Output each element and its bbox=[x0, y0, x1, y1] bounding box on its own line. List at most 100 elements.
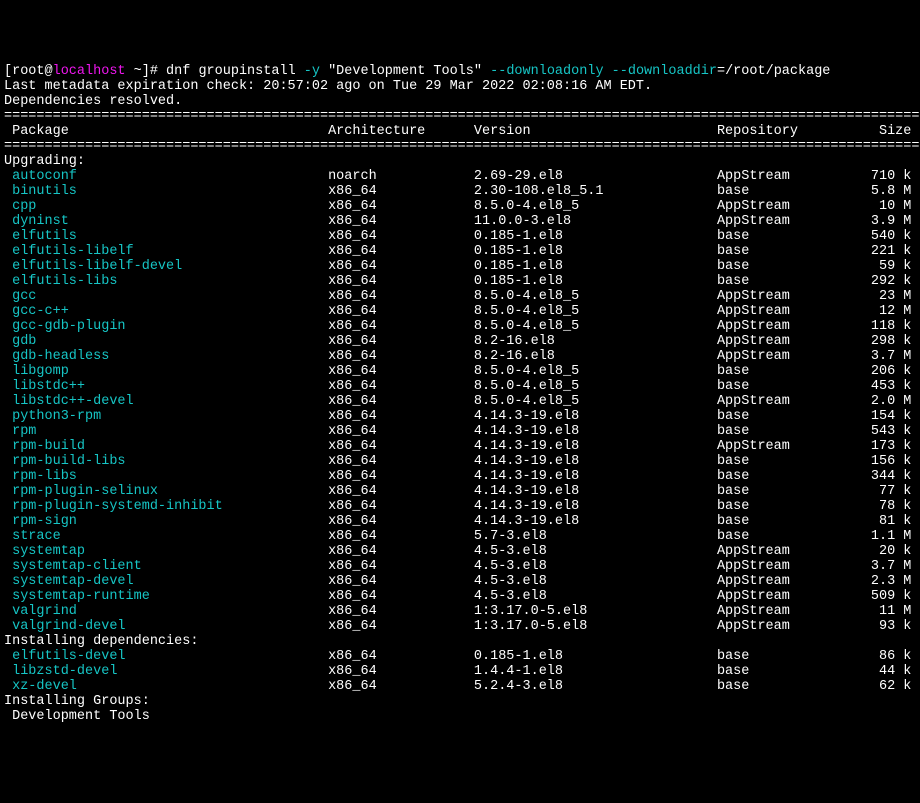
section-upgrading: Upgrading: bbox=[4, 154, 85, 169]
package-version: 4.14.3-19.el8 bbox=[474, 424, 717, 439]
arg-group: "Development Tools" bbox=[320, 64, 490, 79]
table-row: rpm-plugin-selinux x86_64 4.14.3-19.el8 … bbox=[4, 484, 916, 499]
package-arch: x86_64 bbox=[328, 529, 474, 544]
package-arch: x86_64 bbox=[328, 514, 474, 529]
package-size: 3.7 M bbox=[855, 349, 912, 364]
package-repository: AppStream bbox=[717, 619, 855, 634]
package-version: 8.5.0-4.el8_5 bbox=[474, 364, 717, 379]
package-repository: base bbox=[717, 184, 855, 199]
package-version: 0.185-1.el8 bbox=[474, 244, 717, 259]
package-arch: x86_64 bbox=[328, 544, 474, 559]
package-arch: x86_64 bbox=[328, 379, 474, 394]
package-version: 1:3.17.0-5.el8 bbox=[474, 619, 717, 634]
group-name: Development Tools bbox=[4, 709, 150, 724]
package-repository: base bbox=[717, 514, 855, 529]
table-row: rpm-build x86_64 4.14.3-19.el8 AppStream… bbox=[4, 439, 916, 454]
package-arch: x86_64 bbox=[328, 349, 474, 364]
package-name: valgrind bbox=[4, 604, 328, 619]
table-row: gcc-c++ x86_64 8.5.0-4.el8_5 AppStream 1… bbox=[4, 304, 916, 319]
package-name: xz-devel bbox=[4, 679, 328, 694]
package-version: 2.30-108.el8_5.1 bbox=[474, 184, 717, 199]
package-repository: base bbox=[717, 469, 855, 484]
package-size: 2.3 M bbox=[855, 574, 912, 589]
package-name: libgomp bbox=[4, 364, 328, 379]
package-name: strace bbox=[4, 529, 328, 544]
table-row: rpm-build-libs x86_64 4.14.3-19.el8 base… bbox=[4, 454, 916, 469]
table-row: rpm-libs x86_64 4.14.3-19.el8 base 344 k bbox=[4, 469, 916, 484]
package-version: 8.5.0-4.el8_5 bbox=[474, 394, 717, 409]
package-arch: x86_64 bbox=[328, 664, 474, 679]
table-row: xz-devel x86_64 5.2.4-3.el8 base 62 k bbox=[4, 679, 916, 694]
package-size: 221 k bbox=[855, 244, 912, 259]
package-repository: base bbox=[717, 649, 855, 664]
package-version: 0.185-1.el8 bbox=[474, 259, 717, 274]
package-size: 12 M bbox=[855, 304, 912, 319]
package-name: gdb-headless bbox=[4, 349, 328, 364]
package-repository: AppStream bbox=[717, 319, 855, 334]
prompt-host: localhost bbox=[53, 64, 126, 79]
deps-resolved: Dependencies resolved. bbox=[4, 94, 182, 109]
package-repository: base bbox=[717, 244, 855, 259]
package-version: 4.14.3-19.el8 bbox=[474, 469, 717, 484]
package-arch: x86_64 bbox=[328, 604, 474, 619]
package-version: 5.7-3.el8 bbox=[474, 529, 717, 544]
rule-top: ========================================… bbox=[4, 109, 920, 124]
table-row: systemtap-runtime x86_64 4.5-3.el8 AppSt… bbox=[4, 589, 916, 604]
package-repository: base bbox=[717, 499, 855, 514]
package-arch: x86_64 bbox=[328, 409, 474, 424]
package-version: 4.5-3.el8 bbox=[474, 589, 717, 604]
package-arch: x86_64 bbox=[328, 469, 474, 484]
package-version: 4.14.3-19.el8 bbox=[474, 454, 717, 469]
package-arch: x86_64 bbox=[328, 649, 474, 664]
package-version: 8.5.0-4.el8_5 bbox=[474, 319, 717, 334]
package-arch: x86_64 bbox=[328, 184, 474, 199]
package-name: libstdc++ bbox=[4, 379, 328, 394]
package-size: 1.1 M bbox=[855, 529, 912, 544]
package-arch: x86_64 bbox=[328, 229, 474, 244]
package-repository: AppStream bbox=[717, 439, 855, 454]
prompt-open: [root@ bbox=[4, 64, 53, 79]
package-version: 0.185-1.el8 bbox=[474, 274, 717, 289]
package-arch: x86_64 bbox=[328, 499, 474, 514]
package-version: 5.2.4-3.el8 bbox=[474, 679, 717, 694]
package-name: gcc-c++ bbox=[4, 304, 328, 319]
package-name: rpm-build-libs bbox=[4, 454, 328, 469]
table-header: Package Architecture Version Repository … bbox=[4, 124, 916, 139]
package-size: 206 k bbox=[855, 364, 912, 379]
package-arch: x86_64 bbox=[328, 574, 474, 589]
package-name: gdb bbox=[4, 334, 328, 349]
section-installing-deps: Installing dependencies: bbox=[4, 634, 198, 649]
package-version: 8.2-16.el8 bbox=[474, 334, 717, 349]
table-row: strace x86_64 5.7-3.el8 base 1.1 M bbox=[4, 529, 916, 544]
flag-downloadonly: --downloadonly bbox=[490, 64, 603, 79]
package-size: 11 M bbox=[855, 604, 912, 619]
table-row: elfutils-libs x86_64 0.185-1.el8 base 29… bbox=[4, 274, 916, 289]
package-size: 78 k bbox=[855, 499, 912, 514]
package-version: 2.69-29.el8 bbox=[474, 169, 717, 184]
package-repository: AppStream bbox=[717, 169, 855, 184]
table-row: gdb-headless x86_64 8.2-16.el8 AppStream… bbox=[4, 349, 916, 364]
package-version: 1:3.17.0-5.el8 bbox=[474, 604, 717, 619]
package-name: elfutils-libelf bbox=[4, 244, 328, 259]
package-repository: base bbox=[717, 229, 855, 244]
package-repository: base bbox=[717, 529, 855, 544]
table-row: elfutils-libelf x86_64 0.185-1.el8 base … bbox=[4, 244, 916, 259]
package-arch: x86_64 bbox=[328, 394, 474, 409]
package-size: 44 k bbox=[855, 664, 912, 679]
header-arch: Architecture bbox=[328, 124, 474, 139]
flag-y: -y bbox=[304, 64, 320, 79]
package-arch: x86_64 bbox=[328, 559, 474, 574]
package-size: 2.0 M bbox=[855, 394, 912, 409]
package-name: autoconf bbox=[4, 169, 328, 184]
package-version: 8.2-16.el8 bbox=[474, 349, 717, 364]
package-version: 4.14.3-19.el8 bbox=[474, 484, 717, 499]
package-arch: x86_64 bbox=[328, 679, 474, 694]
package-size: 453 k bbox=[855, 379, 912, 394]
package-name: python3-rpm bbox=[4, 409, 328, 424]
package-size: 20 k bbox=[855, 544, 912, 559]
package-name: cpp bbox=[4, 199, 328, 214]
package-name: rpm-sign bbox=[4, 514, 328, 529]
package-arch: x86_64 bbox=[328, 259, 474, 274]
package-name: rpm-libs bbox=[4, 469, 328, 484]
table-row: python3-rpm x86_64 4.14.3-19.el8 base 15… bbox=[4, 409, 916, 424]
